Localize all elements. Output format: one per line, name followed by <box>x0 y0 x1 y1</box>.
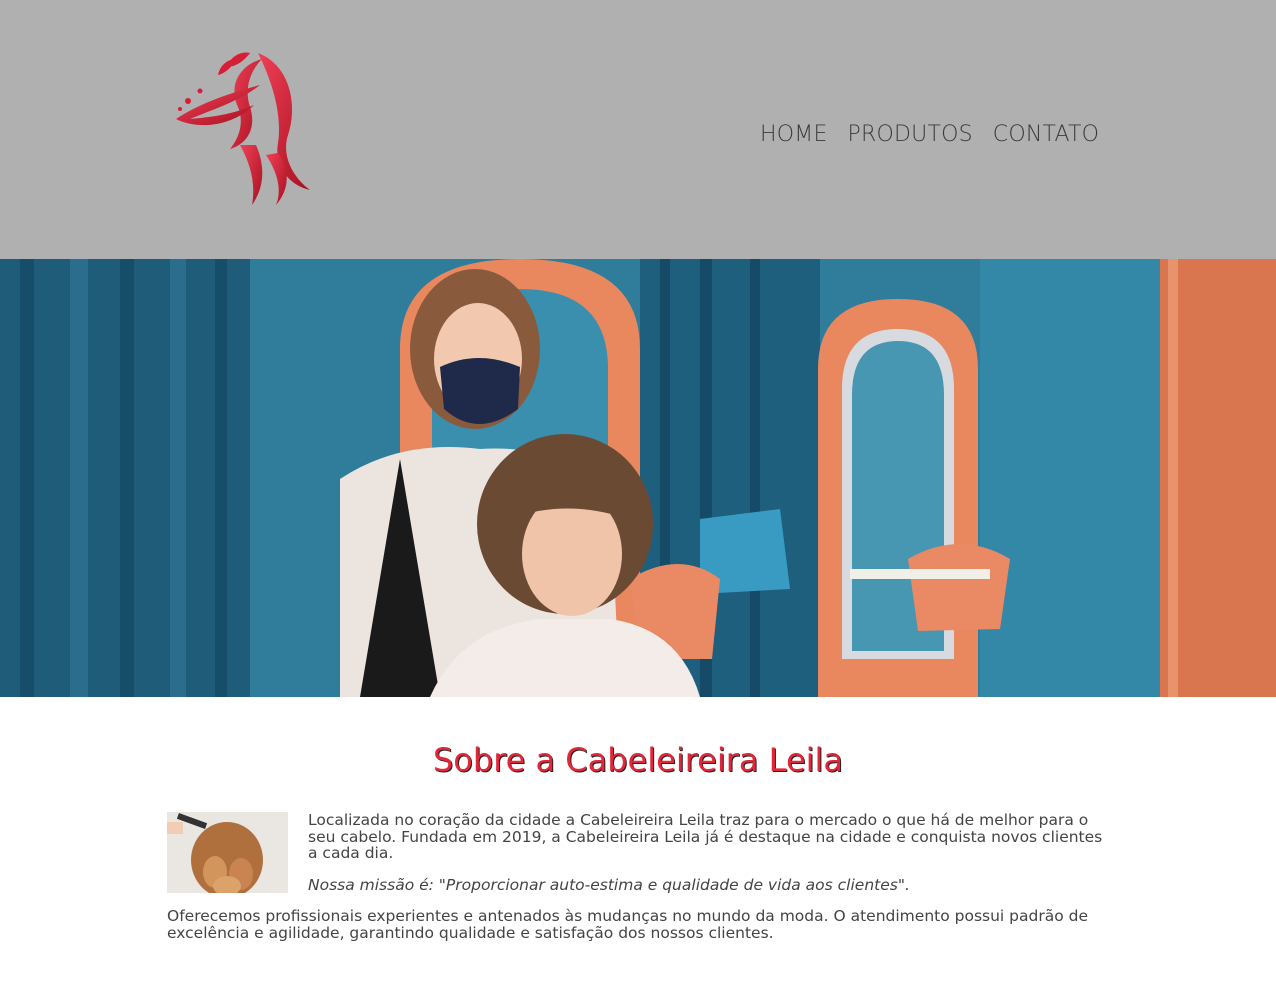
about-title: Sobre a Cabeleireira Leila <box>432 741 844 779</box>
woman-hair-profile-logo-icon <box>176 52 310 205</box>
site-header: HOME PRODUTOS CONTATO <box>0 0 1276 259</box>
hairdresser-salon-photo <box>0 259 1276 697</box>
about-paragraph-1: Localizada no coração da cidade a Cabele… <box>308 811 1103 862</box>
curly-hair-styling-photo <box>167 812 288 898</box>
brand-logo[interactable] <box>170 45 320 207</box>
hero-banner <box>0 259 1276 697</box>
nav-home-link[interactable]: HOME <box>760 122 828 147</box>
curly-hair-thumbnail <box>167 812 288 898</box>
nav-contato-link[interactable]: CONTATO <box>993 122 1099 147</box>
about-paragraph-3: Oferecemos profissionais experientes e a… <box>167 907 1088 942</box>
main-nav: HOME PRODUTOS CONTATO <box>760 122 1099 147</box>
about-section: Sobre a Cabeleireira Leila Localizada no… <box>0 697 1276 996</box>
about-body: Localizada no coração da cidade a Cabele… <box>167 812 1107 956</box>
nav-produtos-link[interactable]: PRODUTOS <box>848 122 973 147</box>
mission-statement: Nossa missão é: "Proporcionar auto-estim… <box>308 875 910 894</box>
